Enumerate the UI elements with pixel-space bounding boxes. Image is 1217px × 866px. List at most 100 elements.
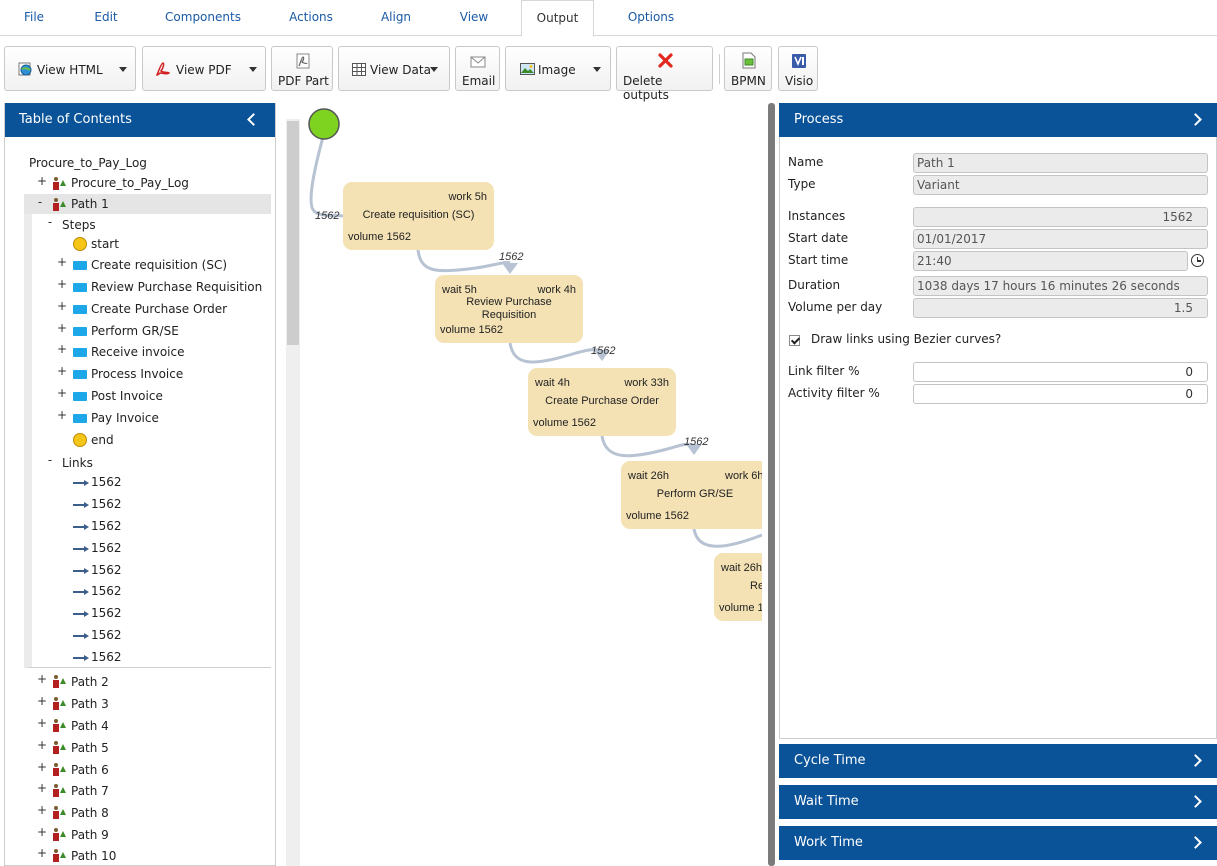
tree-steps-folder[interactable]: Steps — [62, 215, 96, 235]
menu-tab-file[interactable]: File — [14, 0, 54, 36]
collapse-icon[interactable]: - — [35, 195, 45, 209]
expand-icon[interactable]: + — [37, 825, 47, 839]
tree-item-path[interactable]: Path 2 — [71, 672, 109, 692]
process-diagram-canvas[interactable]: 1562 1562 1562 1562 work 5h Create requi… — [286, 103, 762, 866]
diagram-link[interactable] — [416, 249, 511, 273]
collapse-icon[interactable]: - — [45, 215, 55, 229]
activity-filter-input[interactable]: 0 — [913, 384, 1208, 404]
expand-icon[interactable]: + — [57, 342, 67, 356]
expand-icon[interactable]: + — [57, 277, 67, 291]
delete-outputs-button[interactable]: Delete outputs — [616, 46, 713, 102]
expand-icon[interactable]: + — [57, 255, 67, 269]
tree-link[interactable]: 1562 — [91, 560, 122, 580]
work-time-header[interactable]: Work Time — [779, 826, 1217, 860]
link-filter-input[interactable]: 0 — [913, 362, 1208, 382]
menu-tab-actions[interactable]: Actions — [280, 0, 342, 36]
pdf-part-button[interactable]: PDF Part — [271, 46, 333, 91]
tree-step[interactable]: Receive invoice — [91, 342, 185, 362]
expand-icon[interactable]: + — [57, 364, 67, 378]
menu-tab-view[interactable]: View — [450, 0, 498, 36]
collapse-icon[interactable]: - — [45, 453, 55, 467]
start-node[interactable] — [308, 108, 340, 140]
menu-tab-align[interactable]: Align — [372, 0, 420, 36]
tree-item-path-1[interactable]: Path 1 — [71, 194, 109, 214]
expand-icon[interactable]: + — [37, 716, 47, 730]
view-html-button[interactable]: View HTML — [4, 46, 136, 91]
expand-icon[interactable]: + — [37, 694, 47, 708]
expand-icon[interactable]: + — [37, 174, 47, 188]
activity-node-perform-gr-se[interactable]: wait 26h work 6h Perform GR/SE volume 15… — [621, 461, 762, 529]
menu-tab-edit[interactable]: Edit — [84, 0, 128, 36]
activity-node-create-requisition[interactable]: work 5h Create requisition (SC) volume 1… — [343, 182, 494, 250]
tree-item-path[interactable]: Path 9 — [71, 825, 109, 845]
tree-links-folder[interactable]: Links — [62, 453, 93, 473]
node-wait-time: wait 26h — [721, 562, 762, 574]
image-label: Image — [538, 63, 576, 77]
diagram-link[interactable] — [600, 435, 695, 458]
activity-node-create-purchase-order[interactable]: wait 4h work 33h Create Purchase Order v… — [528, 368, 676, 436]
tree-item-path[interactable]: Path 6 — [71, 760, 109, 780]
wait-time-header[interactable]: Wait Time — [779, 785, 1217, 819]
node-volume: volume 1562 — [348, 231, 411, 243]
tree-link[interactable]: 1562 — [91, 581, 122, 601]
chevron-down-icon — [119, 67, 127, 72]
expand-icon[interactable]: + — [37, 803, 47, 817]
expand-icon[interactable]: + — [37, 738, 47, 752]
panel-splitter[interactable] — [768, 103, 775, 866]
diagram-link[interactable] — [692, 528, 762, 548]
tree-item-path[interactable]: Path 10 — [71, 846, 116, 866]
expand-icon[interactable]: + — [57, 386, 67, 400]
bezier-checkbox[interactable] — [789, 335, 800, 346]
tree-step[interactable]: Create Purchase Order — [91, 299, 227, 319]
image-button[interactable]: Image — [505, 46, 611, 91]
tree-item-log[interactable]: Procure_to_Pay_Log — [71, 173, 189, 193]
tree-step[interactable]: Review Purchase Requisition — [91, 277, 262, 297]
tree-step[interactable]: Perform GR/SE — [91, 321, 179, 341]
tree-link[interactable]: 1562 — [91, 494, 122, 514]
tree-root[interactable]: Procure_to_Pay_Log — [29, 153, 147, 173]
collapse-left-icon[interactable] — [247, 113, 260, 126]
tree-link[interactable]: 1562 — [91, 647, 122, 667]
cycle-time-header[interactable]: Cycle Time — [779, 744, 1217, 778]
tree-step[interactable]: Process Invoice — [91, 364, 183, 384]
expand-icon[interactable]: + — [57, 321, 67, 335]
duration-field: 1038 days 17 hours 16 minutes 26 seconds — [913, 276, 1208, 296]
tree-item-path[interactable]: Path 8 — [71, 803, 109, 823]
tree-item-path[interactable]: Path 3 — [71, 694, 109, 714]
bpmn-button[interactable]: BPMN — [724, 46, 772, 91]
node-name: Re — [750, 580, 762, 592]
email-button[interactable]: Email — [455, 46, 500, 91]
tree-link[interactable]: 1562 — [91, 603, 122, 623]
expand-icon[interactable]: + — [37, 672, 47, 686]
expand-icon[interactable]: + — [57, 299, 67, 313]
visio-button[interactable]: Visio — [778, 46, 818, 91]
tree-link[interactable]: 1562 — [91, 516, 122, 536]
activity-node-receive-invoice[interactable]: wait 26h Re volume 1 — [714, 553, 762, 621]
tree-item-path[interactable]: Path 4 — [71, 716, 109, 736]
activity-node-review-purchase-requisition[interactable]: wait 5h work 4h Review Purchase Requisiti… — [435, 275, 583, 343]
tree-step[interactable]: end — [91, 430, 114, 450]
tree-step[interactable]: start — [91, 234, 119, 254]
expand-icon[interactable]: + — [37, 760, 47, 774]
menu-tab-options[interactable]: Options — [618, 0, 684, 36]
tree-step[interactable]: Post Invoice — [91, 386, 163, 406]
process-header[interactable]: Process — [779, 103, 1217, 137]
expand-icon[interactable]: + — [57, 408, 67, 422]
tree-item-path[interactable]: Path 7 — [71, 781, 109, 801]
tree-item-path[interactable]: Path 5 — [71, 738, 109, 758]
tree-link[interactable]: 1562 — [91, 472, 122, 492]
menu-tab-components[interactable]: Components — [157, 0, 249, 36]
clock-icon[interactable] — [1191, 254, 1204, 267]
diagram-link[interactable] — [309, 136, 345, 218]
chevron-right-icon — [1189, 113, 1202, 126]
view-pdf-button[interactable]: View PDF — [142, 46, 266, 91]
expand-icon[interactable]: + — [37, 781, 47, 795]
tree-link[interactable]: 1562 — [91, 625, 122, 645]
tree-step[interactable]: Create requisition (SC) — [91, 255, 227, 275]
tree-link[interactable]: 1562 — [91, 538, 122, 558]
expand-icon[interactable]: + — [37, 846, 47, 860]
diagram-link[interactable] — [508, 342, 604, 364]
view-data-button[interactable]: View Data — [338, 46, 450, 91]
menu-tab-output[interactable]: Output — [521, 0, 594, 37]
tree-step[interactable]: Pay Invoice — [91, 408, 159, 428]
